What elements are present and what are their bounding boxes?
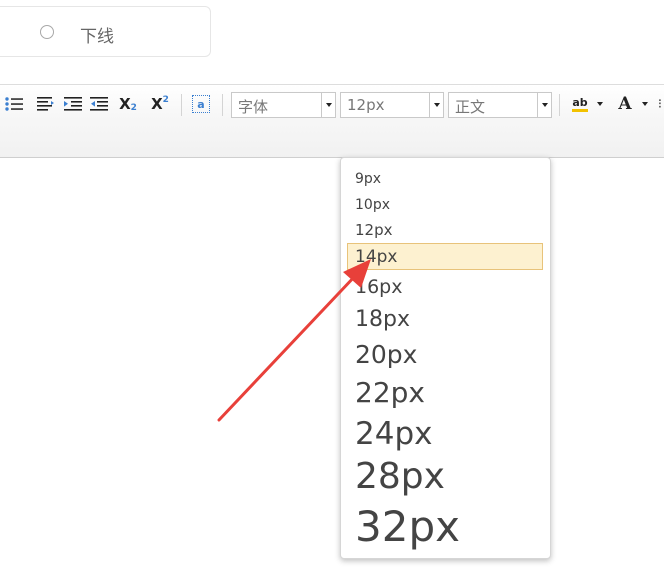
annotation-arrow [217, 259, 371, 422]
